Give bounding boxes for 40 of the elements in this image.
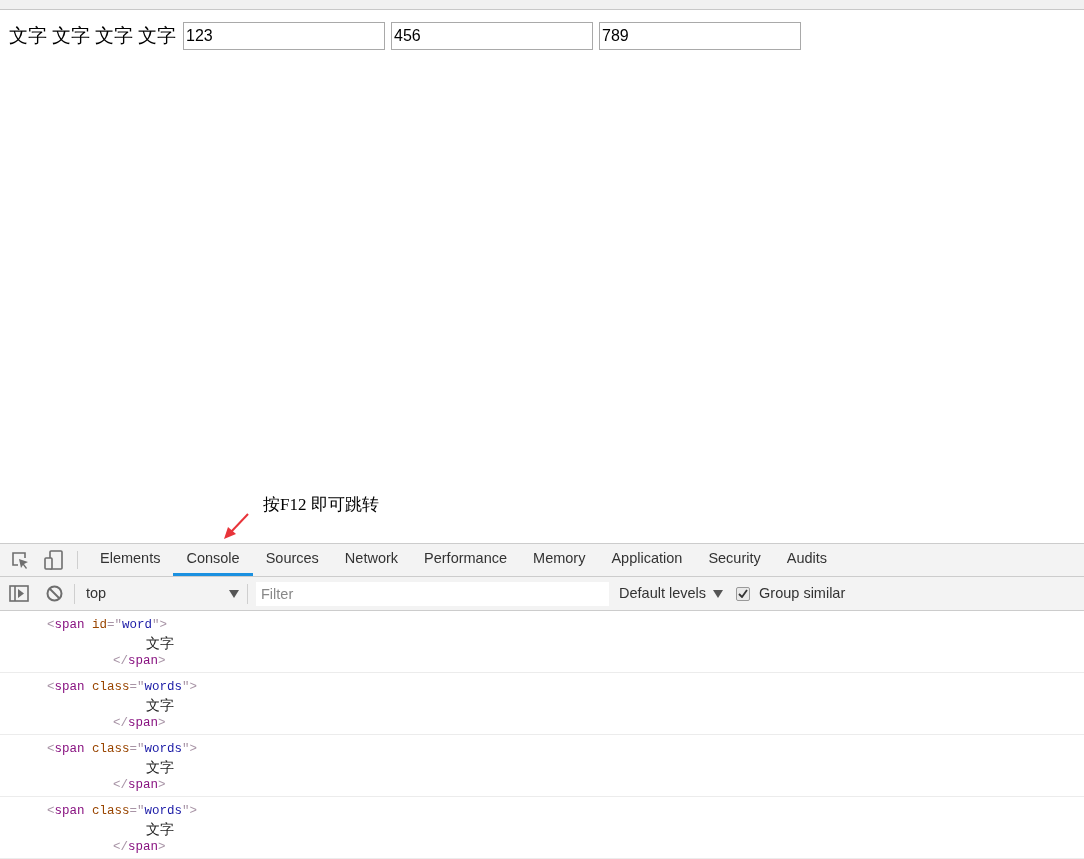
code-line: </span> [113, 715, 166, 732]
sidebar-toggle-icon[interactable] [9, 585, 29, 602]
device-icon[interactable] [44, 550, 64, 570]
code-line: </span> [113, 653, 166, 670]
dropdown-arrow-icon [713, 589, 724, 598]
word-text: 文字 [95, 24, 133, 48]
dropdown-arrow-icon [229, 589, 239, 598]
text-input[interactable]: 456 [391, 22, 593, 50]
devtools-tab[interactable]: Performance [411, 544, 521, 576]
group-similar-checkbox[interactable] [736, 586, 751, 601]
levels-dropdown[interactable]: Default levels [619, 582, 724, 605]
devtools-tab[interactable]: Memory [520, 544, 599, 576]
word-text: 文字 [9, 24, 47, 48]
code-line: <span id="word"> [47, 617, 168, 634]
devtools-tab[interactable]: Application [598, 544, 696, 576]
code-line: </span> [113, 839, 166, 856]
inspect-icon[interactable] [11, 550, 30, 570]
devtools-tab[interactable]: Elements [87, 544, 174, 576]
console-text: 文字 [146, 696, 174, 714]
console-text: 文字 [146, 758, 174, 776]
devtools-tab[interactable]: Security [695, 544, 774, 576]
word-text: 文字 [138, 24, 176, 48]
code-line: </span> [113, 777, 166, 794]
clear-console-icon[interactable] [46, 585, 63, 602]
console-text: 文字 [146, 820, 174, 838]
devtools-tab[interactable]: Network [331, 544, 412, 576]
filter-field[interactable]: Filter [256, 581, 609, 606]
code-line: <span class="words"> [47, 803, 198, 820]
context-dropdown[interactable]: top [75, 580, 247, 607]
word-text: 文字 [52, 24, 90, 48]
text-input[interactable]: 789 [599, 22, 801, 50]
code-line: <span class="words"> [47, 741, 198, 758]
pointer-arrow-icon [223, 513, 249, 540]
devtools-tab[interactable]: Audits [773, 544, 841, 576]
console-text: 文字 [146, 634, 174, 652]
devtools-tab[interactable]: Sources [252, 544, 332, 576]
code-line: <span class="words"> [47, 679, 198, 696]
group-similar-label: Group similar [759, 583, 846, 603]
annotation-text: 按F12 即可跳转 [263, 494, 379, 516]
text-input[interactable]: 123 [183, 22, 385, 50]
